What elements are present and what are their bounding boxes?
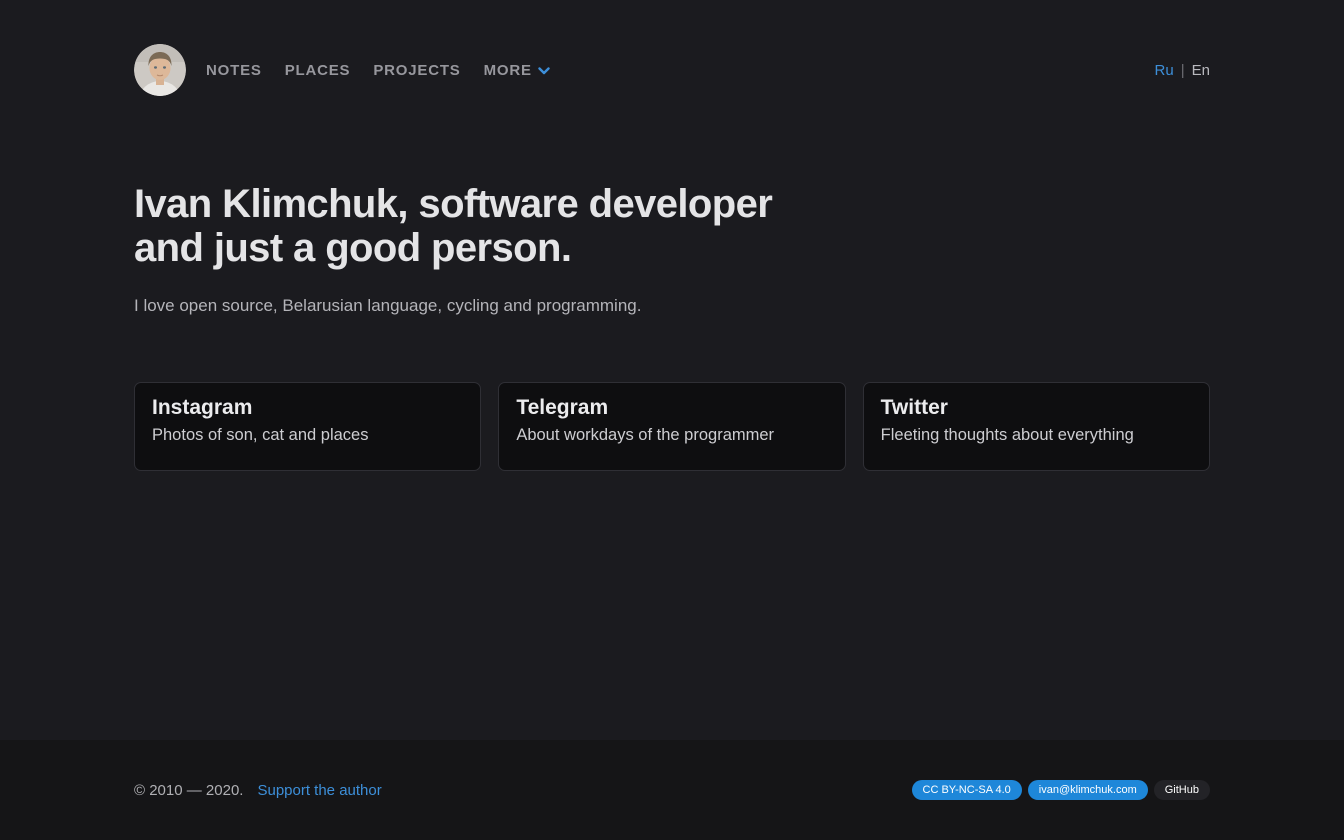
footer-badges: CC BY-NC-SA 4.0 ivan@klimchuk.com GitHub — [912, 780, 1210, 800]
nav-item-projects[interactable]: PROJECTS — [373, 62, 460, 79]
site-header: NOTES PLACES PROJECTS MORE Ru | En — [134, 0, 1210, 96]
license-badge[interactable]: CC BY-NC-SA 4.0 — [912, 780, 1022, 800]
content-spacer — [0, 471, 1344, 740]
card-title: Telegram — [516, 396, 827, 420]
main-content: Ivan Klimchuk, software developerand jus… — [134, 96, 1210, 471]
hero-section: Ivan Klimchuk, software developerand jus… — [134, 182, 1210, 316]
card-title: Instagram — [152, 396, 463, 420]
site-footer: © 2010 — 2020. Support the author CC BY-… — [0, 740, 1344, 840]
language-option-ru[interactable]: Ru — [1155, 62, 1174, 79]
hero-subtitle: I love open source, Belarusian language,… — [134, 296, 1210, 316]
email-badge[interactable]: ivan@klimchuk.com — [1028, 780, 1148, 800]
avatar[interactable] — [134, 44, 186, 96]
card-telegram[interactable]: Telegram About workdays of the programme… — [498, 382, 845, 471]
github-badge[interactable]: GitHub — [1154, 780, 1210, 800]
page-title-line2: and just a good person. — [134, 226, 571, 270]
nav-item-notes[interactable]: NOTES — [206, 62, 262, 79]
page-title-line1: Ivan Klimchuk, software developer — [134, 182, 772, 226]
avatar-portrait-image — [134, 44, 186, 96]
support-author-link[interactable]: Support the author — [257, 782, 381, 799]
nav-item-places[interactable]: PLACES — [285, 62, 351, 79]
social-cards: Instagram Photos of son, cat and places … — [134, 382, 1210, 471]
nav-item-more[interactable]: MORE — [484, 62, 550, 79]
page-title: Ivan Klimchuk, software developerand jus… — [134, 182, 1210, 270]
language-option-en[interactable]: En — [1192, 62, 1210, 79]
card-twitter[interactable]: Twitter Fleeting thoughts about everythi… — [863, 382, 1210, 471]
language-switcher: Ru | En — [1155, 62, 1210, 79]
card-description: Fleeting thoughts about everything — [881, 426, 1192, 445]
card-instagram[interactable]: Instagram Photos of son, cat and places — [134, 382, 481, 471]
language-separator: | — [1181, 62, 1185, 79]
card-description: Photos of son, cat and places — [152, 426, 463, 445]
copyright-text: © 2010 — 2020. — [134, 782, 243, 799]
main-nav: NOTES PLACES PROJECTS MORE — [206, 62, 550, 79]
card-title: Twitter — [881, 396, 1192, 420]
nav-item-more-label: MORE — [484, 62, 532, 79]
chevron-down-icon — [538, 67, 550, 75]
card-description: About workdays of the programmer — [516, 426, 827, 445]
